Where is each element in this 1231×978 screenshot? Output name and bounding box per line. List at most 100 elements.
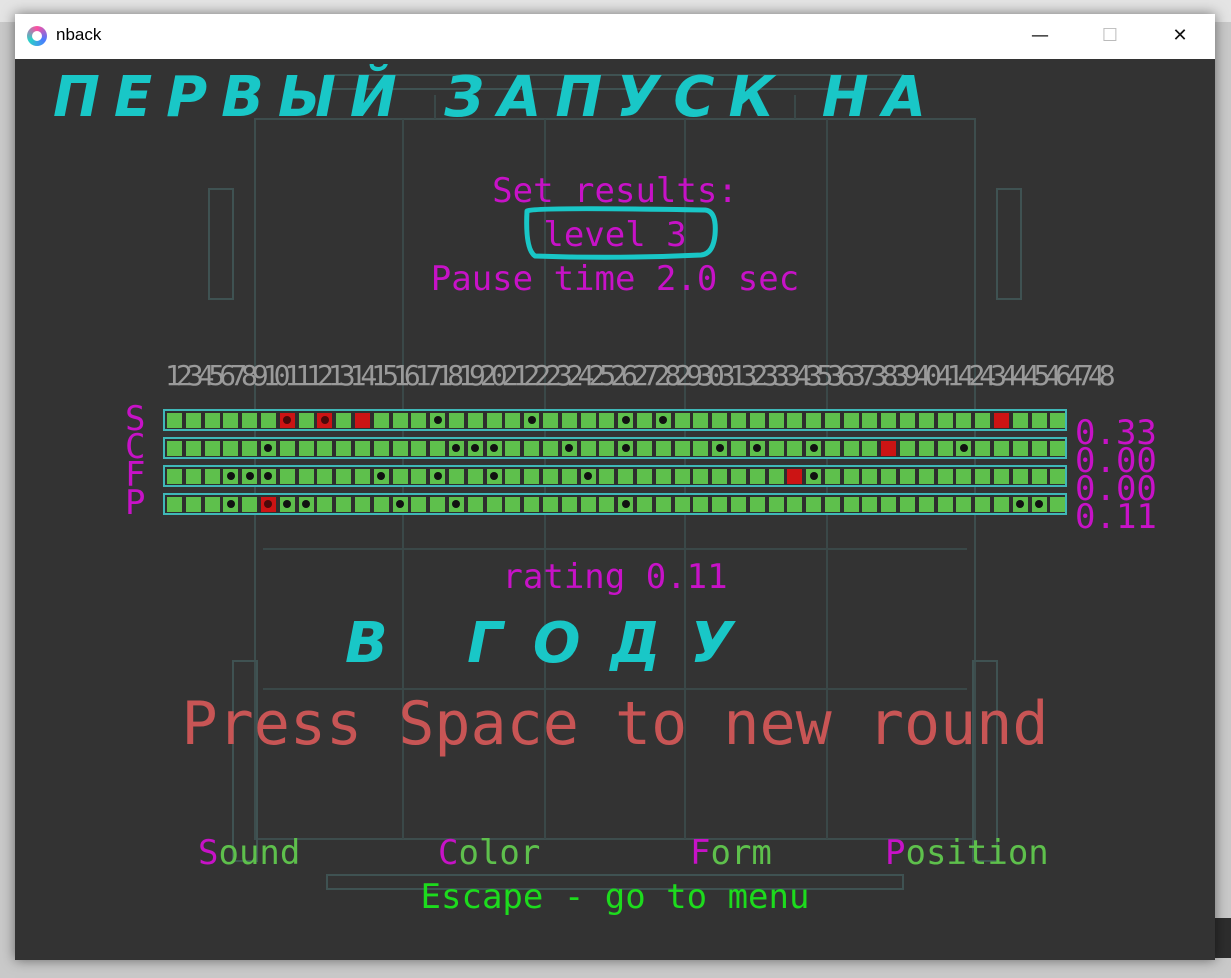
trial-cell [862, 412, 878, 428]
trial-cell [467, 440, 483, 456]
trial-cell [655, 412, 671, 428]
trial-cell [730, 496, 746, 512]
modality-name: ound [218, 833, 301, 873]
trial-cell [712, 496, 728, 512]
trial-cell [768, 468, 784, 484]
modality-key: S [198, 833, 219, 873]
trial-cell [900, 496, 916, 512]
trial-cell [693, 496, 709, 512]
window-title: nback [56, 25, 102, 44]
set-results-heading: Set results: [492, 171, 738, 211]
modality-key: P [885, 833, 906, 873]
trial-cell [373, 440, 389, 456]
result-row-p [163, 493, 1067, 515]
trial-cell [768, 496, 784, 512]
maximize-button[interactable]: ☐ [1075, 14, 1145, 59]
trial-cell [1012, 496, 1028, 512]
trial-cell [749, 440, 765, 456]
trial-cell [599, 468, 615, 484]
modality-label-color: Color [438, 833, 540, 873]
trial-cell [730, 440, 746, 456]
trial-cell [448, 440, 464, 456]
minimize-button[interactable]: — [1005, 14, 1075, 59]
trial-cell [1012, 412, 1028, 428]
row-letter-p: P [125, 483, 146, 523]
trial-cell [618, 468, 634, 484]
trial-cell [505, 496, 521, 512]
trial-cell [279, 496, 295, 512]
trial-cell [411, 440, 427, 456]
trial-cell [185, 412, 201, 428]
trial-cell [336, 496, 352, 512]
trial-cell [1012, 440, 1028, 456]
app-logo-icon [27, 26, 47, 46]
trial-cell [242, 412, 258, 428]
trial-cell [411, 412, 427, 428]
trial-cell [900, 440, 916, 456]
trial-cell [260, 440, 276, 456]
trial-cell [881, 496, 897, 512]
trial-cell [956, 496, 972, 512]
trial-cell [279, 440, 295, 456]
trial-cell [806, 440, 822, 456]
trial-cell [994, 440, 1010, 456]
trial-cell [204, 468, 220, 484]
trial-cell [674, 412, 690, 428]
trial-cell [768, 440, 784, 456]
trial-cell [881, 468, 897, 484]
trial-cell [242, 468, 258, 484]
trial-cell [242, 496, 258, 512]
close-button[interactable]: ✕ [1145, 14, 1215, 59]
trial-cell [975, 496, 991, 512]
trial-cell [486, 496, 502, 512]
app-window: nback — ☐ ✕ Set results: level 3 Pause t… [15, 14, 1215, 960]
trial-cell [373, 496, 389, 512]
result-row-c [163, 437, 1067, 459]
trial-cell [674, 440, 690, 456]
trial-cell [467, 412, 483, 428]
trial-cell [618, 412, 634, 428]
trial-cell [618, 496, 634, 512]
trial-cell [655, 440, 671, 456]
trial-cell [392, 412, 408, 428]
trial-cell [693, 468, 709, 484]
trial-cell [336, 412, 352, 428]
trial-cell [392, 468, 408, 484]
trial-cell [956, 440, 972, 456]
trial-cell [392, 496, 408, 512]
trial-cell [185, 496, 201, 512]
trial-cell [599, 496, 615, 512]
trial-cell [749, 468, 765, 484]
trial-cell [580, 468, 596, 484]
trial-cell [843, 496, 859, 512]
trial-cell [994, 496, 1010, 512]
trial-cell [937, 496, 953, 512]
trial-cell [542, 440, 558, 456]
trial-numbers: 1234567891011121314151617181920212223242… [165, 359, 1116, 392]
trial-cell [918, 412, 934, 428]
rating-label: rating 0.11 [502, 557, 728, 597]
press-space-prompt: Press Space to new round [181, 689, 1049, 759]
trial-cell [298, 496, 314, 512]
trial-cell [260, 468, 276, 484]
trial-cell [937, 440, 953, 456]
title-bar[interactable]: nback — ☐ ✕ [15, 14, 1215, 59]
trial-cell [430, 440, 446, 456]
escape-menu-hint[interactable]: Escape - go to menu [15, 877, 1215, 917]
trial-cell [599, 412, 615, 428]
trial-cell [223, 468, 239, 484]
trial-cell [448, 468, 464, 484]
trial-cell [580, 412, 596, 428]
trial-cell [1050, 468, 1066, 484]
trial-cell [167, 468, 182, 484]
handwritten-annotation-middle: В ГОДУ [345, 611, 764, 676]
trial-cell [392, 440, 408, 456]
trial-cell [806, 496, 822, 512]
trial-cell [524, 468, 540, 484]
trial-cell [486, 440, 502, 456]
trial-cell [655, 496, 671, 512]
trial-cell [1031, 496, 1047, 512]
trial-cell [806, 412, 822, 428]
trial-cell [561, 468, 577, 484]
trial-cell [354, 496, 370, 512]
